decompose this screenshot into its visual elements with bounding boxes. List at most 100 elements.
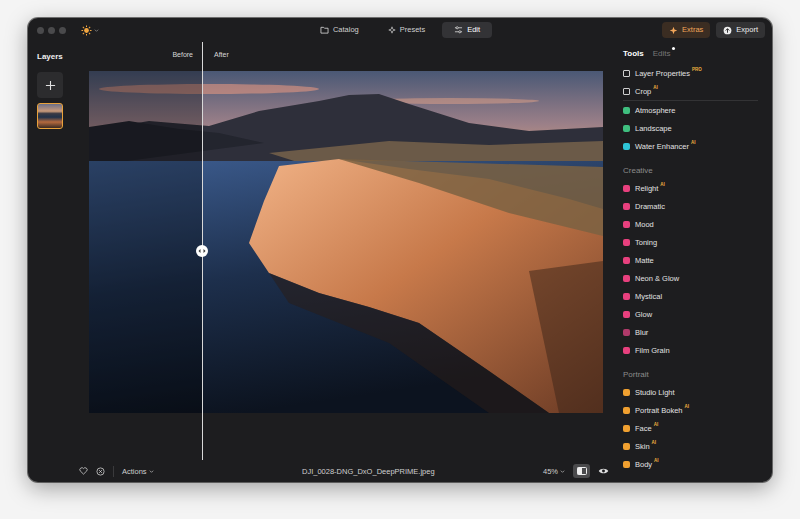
tool-icon [623, 143, 630, 150]
tool-item[interactable]: Atmosphere [623, 101, 772, 119]
tool-icon [623, 203, 630, 210]
tool-label: Relight [635, 184, 658, 193]
tool-item[interactable]: SkinAI [623, 437, 772, 455]
workspace: Layers [28, 42, 772, 482]
heart-icon[interactable] [79, 467, 88, 475]
tool-label: Landscape [635, 124, 672, 133]
tool-item[interactable]: Studio Light [623, 383, 772, 401]
divider [113, 466, 114, 477]
tool-icon [623, 347, 630, 354]
tool-icon [623, 461, 630, 468]
canvas-area: Before After ActionsDJI_0028-DNG_DxO_Deep… [75, 42, 615, 482]
before-after-slider[interactable]: BeforeAfter [202, 42, 203, 460]
tool-label: Atmosphere [635, 106, 675, 115]
tab-label: Catalog [333, 25, 359, 35]
tool-item[interactable]: Dramatic [623, 197, 772, 215]
extras-icon [669, 26, 678, 35]
window-controls [28, 25, 308, 36]
after-label: After [214, 50, 229, 60]
tool-item[interactable]: Toning [623, 233, 772, 251]
tool-icon [623, 329, 630, 336]
layers-panel: Layers [28, 42, 75, 482]
panel-tab[interactable]: Tools [623, 49, 644, 58]
tool-label: Mystical [635, 292, 662, 301]
tool-icon [623, 257, 630, 264]
tool-icon [623, 293, 630, 300]
slider-handle[interactable] [196, 245, 208, 257]
tool-item[interactable]: Blur [623, 323, 772, 341]
tool-label: Mood [635, 220, 654, 229]
tool-item[interactable]: RelightAI [623, 179, 772, 197]
export-icon [723, 26, 732, 35]
before-label: Before [172, 50, 193, 60]
pinned-tool[interactable]: CropAI [623, 82, 772, 100]
bottom-bar: ActionsDJI_0028-DNG_DxO_DeepPRIME.jpeg45… [75, 460, 615, 482]
title-actions: Extras Export [662, 22, 772, 38]
export-label: Export [736, 25, 758, 35]
export-button[interactable]: Export [716, 22, 765, 38]
tool-icon [623, 239, 630, 246]
close-button[interactable] [37, 27, 44, 34]
tool-icon [623, 125, 630, 132]
tool-badge: AI [653, 85, 658, 90]
tool-item[interactable]: Landscape [623, 119, 772, 137]
zoom-level: 45% [543, 467, 558, 476]
tool-label: Crop [635, 87, 651, 96]
minimize-button[interactable] [48, 27, 55, 34]
separator [623, 100, 758, 101]
zoom-menu[interactable]: 45% [543, 467, 565, 476]
plus-icon [45, 80, 56, 91]
panel-tab[interactable]: Edits [653, 49, 671, 58]
photo-stage: Before After [75, 42, 615, 460]
extras-button[interactable]: Extras [662, 22, 710, 38]
folder-icon [320, 26, 329, 34]
changes-dot [672, 47, 675, 50]
tool-label: Studio Light [635, 388, 675, 397]
sliders-icon [454, 26, 463, 34]
tool-icon [623, 407, 630, 414]
title-bar: Catalog Presets Edit Extras Export [28, 18, 772, 42]
view-tab[interactable]: Catalog [308, 22, 371, 38]
compare-button[interactable] [573, 464, 590, 478]
tool-item[interactable]: Mood [623, 215, 772, 233]
chevron-icon [560, 469, 565, 474]
tool-label: Blur [635, 328, 648, 337]
reject-icon[interactable] [96, 467, 105, 476]
tool-label: Toning [635, 238, 657, 247]
tool-icon [623, 107, 630, 114]
tools-tabs: Tools Edits [623, 42, 772, 64]
view-tab[interactable]: Edit [442, 22, 492, 38]
chevron-icon [149, 469, 154, 474]
pinned-tool[interactable]: Layer PropertiesPRO [623, 64, 772, 82]
tool-item[interactable]: Film Grain [623, 341, 772, 359]
tool-item[interactable]: Neon & Glow [623, 269, 772, 287]
tool-item[interactable]: BodyAI [623, 455, 772, 473]
tool-label: Dramatic [635, 202, 665, 211]
zoom-button[interactable] [59, 27, 66, 34]
tool-label: Portrait Bokeh [635, 406, 683, 415]
tool-icon [623, 70, 630, 77]
tool-item[interactable]: Portrait BokehAI [623, 401, 772, 419]
sparkle-icon [388, 26, 396, 34]
tool-label: Skin [635, 442, 650, 451]
app-window: Catalog Presets Edit Extras Export Layers [28, 18, 772, 482]
section-title: Creative [623, 161, 772, 179]
actions-menu[interactable]: Actions [122, 467, 154, 476]
tool-badge: PRO [692, 67, 702, 72]
tool-icon [623, 389, 630, 396]
tab-label: Edits [653, 49, 671, 58]
tool-item[interactable]: Glow [623, 305, 772, 323]
tool-badge: AI [654, 458, 659, 463]
layer-thumbnail[interactable] [37, 103, 63, 129]
add-layer-button[interactable] [37, 72, 63, 98]
tool-item[interactable]: Matte [623, 251, 772, 269]
tool-item[interactable]: FaceAI [623, 419, 772, 437]
eye-icon[interactable] [598, 467, 609, 475]
app-logo-icon[interactable] [81, 25, 99, 36]
tool-item[interactable]: Mystical [623, 287, 772, 305]
view-tab[interactable]: Presets [376, 22, 437, 38]
tool-badge: AI [660, 182, 665, 187]
tool-item[interactable]: Water EnhancerAI [623, 137, 772, 155]
tool-icon [623, 221, 630, 228]
tool-label: Glow [635, 310, 652, 319]
